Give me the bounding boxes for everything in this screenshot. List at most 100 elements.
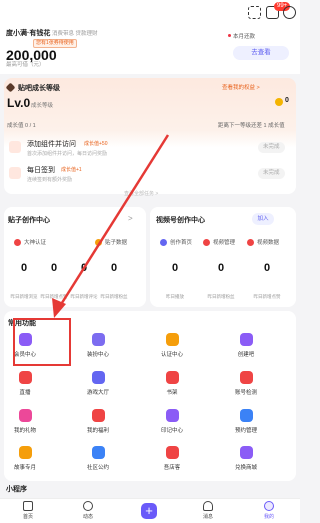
view-rights-link[interactable]: 查看我的权益 >	[222, 83, 260, 91]
level-label: 成长等级	[31, 103, 54, 109]
profile-icon	[264, 501, 274, 511]
function-item[interactable]: 故事专月	[5, 446, 45, 471]
function-item[interactable]: 直播	[5, 371, 45, 396]
brand-subtitle: 消费带息 贷款理财	[52, 31, 98, 37]
nav-profile[interactable]: 我的	[249, 501, 289, 520]
task-status-button[interactable]: 未完成	[258, 142, 285, 153]
function-label: 账号检测	[234, 390, 257, 396]
stat-label: 昨日播放	[166, 294, 184, 299]
post-button[interactable]: +	[141, 503, 157, 519]
function-label: 创建吧	[237, 352, 255, 358]
function-label: 故事专月	[13, 465, 36, 471]
function-item[interactable]: 装扮中心	[78, 333, 118, 358]
video-icon	[203, 239, 210, 246]
stat-value: 0	[50, 262, 58, 274]
task-title: 添加组件并访问	[27, 141, 76, 148]
coin-icon	[275, 98, 283, 106]
stat-value: 0	[20, 262, 28, 274]
function-item[interactable]: 吾店客	[152, 446, 192, 471]
function-icon	[18, 409, 32, 422]
task-subtitle: 连续签到有额外奖励	[27, 177, 73, 183]
function-item[interactable]: 书架	[152, 371, 192, 396]
home-icon	[160, 239, 167, 246]
chip-great-god[interactable]: 大神认证	[24, 238, 46, 246]
chevron-right-icon[interactable]: >	[128, 214, 133, 223]
chip-video-manage[interactable]: 视频管理	[213, 238, 235, 246]
function-label: 印记中心	[160, 428, 183, 434]
chip-creation-home[interactable]: 创作首页	[170, 238, 192, 246]
function-label: 装扮中心	[86, 352, 109, 358]
pin-icon	[9, 141, 21, 153]
task-title: 每日签到	[27, 167, 55, 174]
level-value: Lv.0	[7, 96, 31, 110]
function-item[interactable]: 账号检测	[226, 371, 266, 396]
calendar-icon	[9, 167, 21, 179]
function-icon	[18, 446, 32, 459]
bell-icon	[203, 501, 213, 511]
stat-label: 昨日新增粉丝	[207, 294, 235, 299]
view-all-tasks-link[interactable]: 查看全部任务 >	[124, 190, 158, 197]
view-button[interactable]: 去查看	[233, 46, 289, 60]
month-dot-icon	[228, 34, 231, 37]
scan-icon[interactable]	[248, 6, 261, 19]
function-icon	[165, 409, 179, 422]
join-button[interactable]: 加入	[252, 213, 274, 225]
function-icon	[91, 409, 105, 422]
nav-messages[interactable]: 消息	[188, 501, 228, 520]
balance-label: 最高可借（元）	[6, 62, 45, 68]
function-item[interactable]: 游戏大厅	[78, 371, 118, 396]
task-tag: 成长值+50	[84, 141, 108, 147]
mail-icon[interactable]: 99+	[266, 2, 291, 19]
settings-icon[interactable]	[283, 6, 296, 19]
stat-value: 0	[110, 262, 118, 274]
brand-name: 度小满·有钱花	[6, 30, 51, 37]
function-label: 我的福利	[86, 428, 109, 434]
function-item[interactable]: 兑换商城	[226, 446, 266, 471]
stat-label: 昨日新增点赞	[253, 294, 281, 299]
function-icon	[239, 333, 253, 346]
function-item[interactable]: 预约管理	[226, 409, 266, 434]
function-item[interactable]: 创建吧	[226, 333, 266, 358]
chip-video-data[interactable]: 视频数据	[257, 238, 279, 246]
stat-value: 0	[80, 262, 88, 274]
progress-right: 距离下一等级还差 1 成长值	[218, 123, 285, 129]
function-label: 认证中心	[160, 352, 183, 358]
function-item[interactable]: 我的福利	[78, 409, 118, 434]
stat-label: 昨日新增粉丝	[100, 294, 128, 299]
stat-value: 0	[217, 262, 225, 274]
function-icon	[165, 333, 179, 346]
coin-count: 0	[285, 97, 289, 104]
video-data-icon	[247, 239, 254, 246]
function-label: 兑换商城	[234, 465, 257, 471]
function-icon	[91, 446, 105, 459]
function-item[interactable]: 我的礼物	[5, 409, 45, 434]
growth-title: 贴吧成长等级	[18, 85, 60, 92]
function-item[interactable]: 社区公约	[78, 446, 118, 471]
data-icon	[95, 239, 102, 246]
function-label: 书架	[166, 390, 178, 396]
nav-home[interactable]: 首页	[8, 501, 48, 520]
function-label: 吾店客	[163, 465, 181, 471]
task-status-button[interactable]: 未完成	[258, 168, 285, 179]
function-label: 社区公约	[86, 465, 109, 471]
nav-label: 我的	[263, 514, 274, 520]
mini-programs-title: 小程序	[6, 486, 27, 493]
task-subtitle: 首次添加组件并访问，每日访问奖励	[27, 151, 108, 157]
function-item[interactable]: 印记中心	[152, 409, 192, 434]
home-icon	[23, 501, 33, 511]
nav-label: 首页	[22, 514, 33, 520]
chip-post-data[interactable]: 贴子数据	[105, 238, 127, 246]
highlight-box	[13, 318, 71, 366]
video-creation-title: 视频号创作中心	[156, 217, 205, 224]
tieba-creation-title: 贴子创作中心	[8, 217, 50, 224]
function-label: 直播	[19, 390, 31, 396]
function-label: 预约管理	[234, 428, 257, 434]
function-icon	[91, 371, 105, 384]
nav-label: 动态	[82, 514, 93, 520]
function-label: 我的礼物	[13, 428, 36, 434]
stat-value: 0	[171, 262, 179, 274]
progress-left: 成长值 0 / 1	[7, 123, 36, 129]
function-icon	[165, 371, 179, 384]
nav-feed[interactable]: 动态	[68, 501, 108, 520]
function-item[interactable]: 认证中心	[152, 333, 192, 358]
